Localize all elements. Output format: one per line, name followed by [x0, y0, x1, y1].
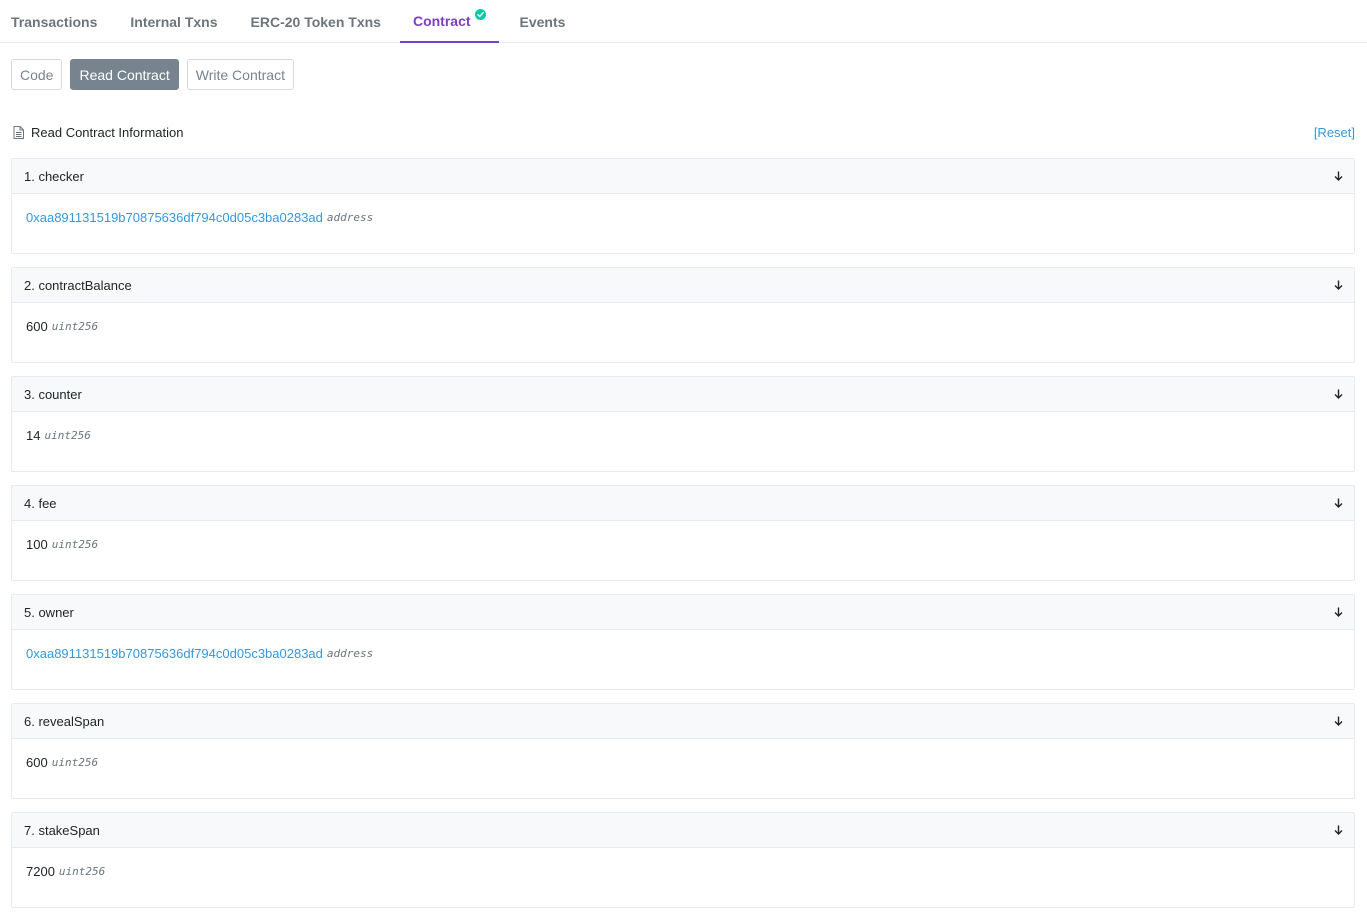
result-value: 100 [26, 537, 48, 552]
method-list: 1. checker 0xaa891131519b70875636df794c0… [11, 158, 1355, 921]
method-result: 600 uint256 [12, 303, 1354, 363]
arrow-down-icon [1334, 825, 1343, 835]
method-card-contract-balance: 2. contractBalance 600 uint256 [11, 267, 1355, 363]
result-value: 7200 [26, 864, 55, 879]
method-name: 1. checker [24, 168, 84, 184]
address-link[interactable]: 0xaa891131519b70875636df794c0d05c3ba0283… [26, 646, 323, 661]
method-result: 0xaa891131519b70875636df794c0d05c3ba0283… [12, 630, 1354, 690]
method-header[interactable]: 1. checker [12, 159, 1354, 194]
tab-label: Events [519, 13, 566, 30]
method-card-checker: 1. checker 0xaa891131519b70875636df794c0… [11, 158, 1355, 254]
tab-transactions[interactable]: Transactions [11, 0, 97, 43]
method-card-fee: 4. fee 100 uint256 [11, 485, 1355, 581]
method-card-stake-span: 7. stakeSpan 7200 uint256 [11, 812, 1355, 908]
method-header[interactable]: 5. owner [12, 595, 1354, 630]
tab-label: ERC-20 Token Txns [250, 13, 381, 30]
method-header[interactable]: 7. stakeSpan [12, 813, 1354, 848]
method-name: 7. stakeSpan [24, 822, 100, 838]
tab-events[interactable]: Events [520, 0, 566, 43]
tab-internal-txns[interactable]: Internal Txns [130, 0, 217, 43]
result-value: 14 [26, 428, 41, 443]
method-result: 0xaa891131519b70875636df794c0d05c3ba0283… [12, 194, 1354, 254]
arrow-down-icon [1334, 280, 1343, 290]
tab-erc20-token-txns[interactable]: ERC-20 Token Txns [251, 0, 381, 43]
arrow-down-icon [1334, 171, 1343, 181]
type-label: uint256 [51, 538, 99, 551]
method-card-reveal-span: 6. revealSpan 600 uint256 [11, 703, 1355, 799]
arrow-down-icon [1334, 389, 1343, 399]
code-button[interactable]: Code [11, 59, 63, 90]
method-header[interactable]: 2. contractBalance [12, 268, 1354, 303]
type-label: uint256 [51, 756, 99, 769]
type-label: address [326, 647, 374, 660]
info-title: Read Contract Information [31, 124, 184, 140]
method-card-owner: 5. owner 0xaa891131519b70875636df794c0d0… [11, 594, 1355, 690]
tab-bar: Transactions Internal Txns ERC-20 Token … [0, 0, 1367, 43]
contract-subnav: Code Read Contract Write Contract [11, 59, 294, 90]
arrow-down-icon [1334, 716, 1343, 726]
read-contract-info-row: Read Contract Information [Reset] [13, 122, 1355, 142]
type-label: uint256 [51, 320, 99, 333]
verified-check-icon [474, 9, 486, 20]
method-header[interactable]: 4. fee [12, 486, 1354, 521]
type-label: address [326, 211, 374, 224]
address-link[interactable]: 0xaa891131519b70875636df794c0d05c3ba0283… [26, 210, 323, 225]
arrow-down-icon [1334, 498, 1343, 508]
method-name: 5. owner [24, 604, 74, 620]
info-heading: Read Contract Information [13, 125, 183, 140]
tab-label: Contract [412, 12, 471, 29]
read-contract-button[interactable]: Read Contract [70, 59, 179, 90]
method-result: 600 uint256 [12, 739, 1354, 799]
method-name: 4. fee [24, 495, 57, 511]
method-result: 14 uint256 [12, 412, 1354, 472]
reset-link[interactable]: [Reset] [1314, 125, 1355, 140]
method-header[interactable]: 3. counter [12, 377, 1354, 412]
method-result: 7200 uint256 [12, 848, 1354, 908]
method-name: 3. counter [24, 386, 82, 402]
method-result: 100 uint256 [12, 521, 1354, 581]
arrow-down-icon [1334, 607, 1343, 617]
tab-label: Internal Txns [130, 13, 218, 30]
result-value: 600 [26, 755, 48, 770]
write-contract-button[interactable]: Write Contract [186, 59, 294, 90]
type-label: uint256 [58, 865, 106, 878]
type-label: uint256 [44, 429, 91, 442]
document-icon [13, 125, 24, 139]
method-card-counter: 3. counter 14 uint256 [11, 376, 1355, 472]
tab-label: Transactions [11, 13, 98, 30]
result-value: 600 [26, 319, 48, 334]
method-name: 2. contractBalance [24, 277, 132, 293]
tab-contract[interactable]: Contract [399, 0, 499, 43]
method-name: 6. revealSpan [24, 713, 105, 729]
method-header[interactable]: 6. revealSpan [12, 704, 1354, 739]
